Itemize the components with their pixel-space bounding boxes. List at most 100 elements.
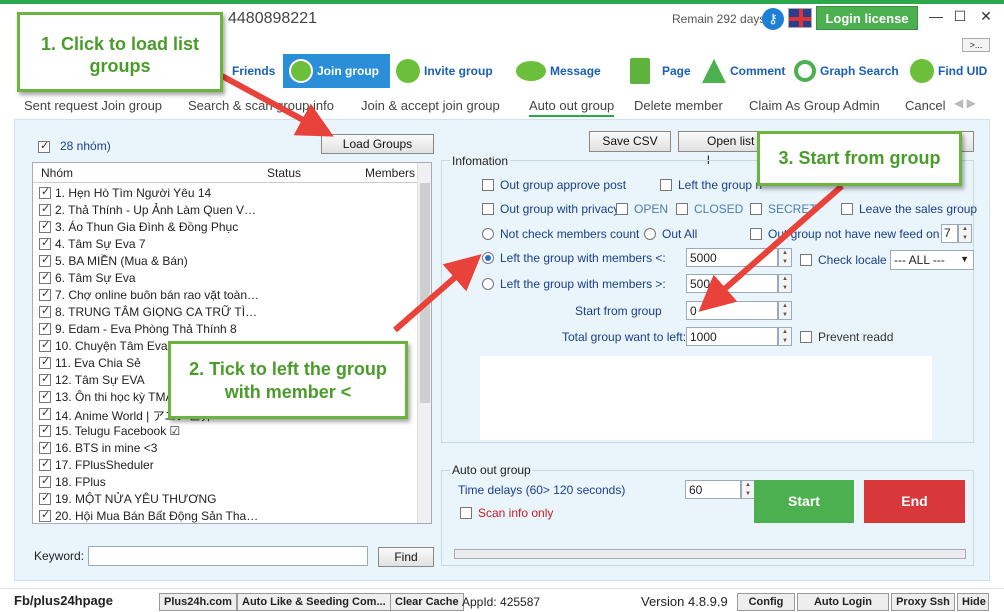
row-checkbox[interactable] [39, 236, 51, 250]
auto-login-button[interactable]: Auto Login [797, 593, 889, 611]
out-no-feed-option[interactable]: Out group not have new feed on (day [750, 226, 966, 241]
col-members[interactable]: Members [365, 166, 415, 180]
radio[interactable] [482, 277, 494, 290]
tab-scroll-arrows[interactable]: ◀ ▶ [954, 96, 976, 110]
checkbox[interactable] [616, 202, 628, 215]
left-less-spinner[interactable] [778, 248, 792, 267]
table-row[interactable]: 18. FPlus [33, 474, 419, 491]
auto-like-button[interactable]: Auto Like & Seeding Com... [237, 593, 391, 611]
row-checkbox[interactable] [39, 338, 51, 352]
row-checkbox[interactable] [39, 508, 51, 522]
nav-message[interactable]: Message [516, 54, 601, 88]
checkbox[interactable] [460, 506, 472, 519]
checkbox[interactable] [482, 178, 494, 191]
row-checkbox[interactable] [39, 440, 51, 454]
table-row[interactable]: 17. FPlusSheduler [33, 457, 419, 474]
clear-cache-button[interactable]: Clear Cache [390, 593, 464, 611]
delay-input[interactable]: 60 [685, 480, 741, 499]
end-button[interactable]: End [864, 480, 965, 523]
start-button[interactable]: Start [754, 480, 854, 523]
not-check-members-option[interactable]: Not check members count [482, 226, 639, 241]
checkbox[interactable] [841, 202, 853, 215]
table-row[interactable]: 3. Áo Thun Gia Đình & Đồng Phục [33, 219, 419, 236]
leave-sales-option[interactable]: Leave the sales group [841, 201, 977, 216]
row-checkbox[interactable] [39, 355, 51, 369]
table-row[interactable]: 15. Telugu Facebook ☑ [33, 423, 419, 440]
row-checkbox[interactable] [39, 457, 51, 471]
proxy-ssh-button[interactable]: Proxy Ssh [891, 593, 955, 611]
row-checkbox[interactable] [39, 491, 51, 505]
load-groups-button[interactable]: Load Groups [321, 134, 434, 154]
select-all-checkbox[interactable] [38, 139, 50, 153]
keyword-input[interactable] [88, 546, 368, 566]
start-from-spinner[interactable] [778, 301, 792, 320]
prevent-readd-option[interactable]: Prevent readd [800, 329, 893, 344]
nav-invite-group[interactable]: Invite group [396, 54, 493, 88]
out-privacy-option[interactable]: Out group with privacy: [482, 201, 623, 216]
radio[interactable] [644, 227, 656, 240]
row-checkbox[interactable] [39, 304, 51, 318]
radio[interactable] [482, 251, 494, 264]
table-row[interactable]: 6. Tâm Sự Eva [33, 270, 419, 287]
row-checkbox[interactable] [39, 406, 51, 420]
close-icon[interactable]: ✕ [976, 6, 996, 26]
table-row[interactable]: 1. Hẹn Hò Tìm Người Yêu 14 [33, 185, 419, 202]
maximize-icon[interactable]: ☐ [950, 6, 970, 26]
tab-sent-request[interactable]: Sent request Join group [24, 98, 162, 113]
save-csv-button[interactable]: Save CSV [589, 131, 671, 152]
checkbox[interactable] [800, 253, 812, 266]
hide-button[interactable]: Hide [957, 593, 989, 611]
checkbox[interactable] [750, 227, 762, 240]
privacy-closed-option[interactable]: CLOSED [676, 201, 743, 216]
checkbox[interactable] [482, 202, 494, 215]
tab-join-accept[interactable]: Join & accept join group [361, 98, 500, 113]
out-all-option[interactable]: Out All [644, 226, 697, 241]
row-checkbox[interactable] [39, 389, 51, 403]
row-checkbox[interactable] [39, 270, 51, 284]
table-row[interactable]: 7. Chợ online buôn bán rao vặt toàn quố.… [33, 287, 419, 304]
tab-search-scan[interactable]: Search & scan group info [188, 98, 334, 113]
row-checkbox[interactable] [39, 253, 51, 267]
nav-join-group[interactable]: Join group [283, 54, 390, 88]
start-from-input[interactable]: 0 [686, 301, 778, 320]
left-less-input[interactable]: 5000 [686, 248, 778, 267]
nav-graph-search[interactable]: Graph Search [794, 54, 899, 88]
table-scrollbar[interactable] [417, 163, 431, 523]
table-row[interactable]: 8. TRUNG TÂM GIỌNG CA TRỮ TÌNH [33, 304, 419, 321]
tab-delete-member[interactable]: Delete member [634, 98, 723, 113]
privacy-open-option[interactable]: OPEN [616, 201, 668, 216]
tab-claim-admin[interactable]: Claim As Group Admin [749, 98, 880, 113]
nav-page[interactable]: Page [630, 54, 691, 88]
row-checkbox[interactable] [39, 202, 51, 216]
row-checkbox[interactable] [39, 321, 51, 335]
row-checkbox[interactable] [39, 474, 51, 488]
plus24h-button[interactable]: Plus24h.com [159, 593, 237, 611]
nav-comment[interactable]: Comment [702, 54, 785, 88]
more-button[interactable]: >... [962, 38, 990, 52]
total-left-spinner[interactable] [778, 327, 792, 346]
login-license-button[interactable]: Login license [816, 6, 918, 30]
uk-flag-icon[interactable] [788, 8, 812, 28]
out-approve-option[interactable]: Out group approve post [482, 177, 626, 192]
open-list-button[interactable]: Open list l [678, 131, 758, 167]
table-row[interactable]: 16. BTS in mine <3 [33, 440, 419, 457]
key-icon[interactable]: ⚷ [762, 8, 784, 30]
minimize-icon[interactable]: — [926, 6, 946, 26]
nav-find-uid[interactable]: Find UID [910, 54, 987, 88]
table-row[interactable]: 20. Hội Mua Bán Bất Động Sản Thanh ... [33, 508, 419, 523]
table-row[interactable]: 19. MỘT NỬA YÊU THƯƠNG [33, 491, 419, 508]
checkbox[interactable] [800, 330, 812, 343]
no-feed-days-spinner[interactable] [958, 224, 972, 243]
left-less-option[interactable]: Left the group with members <: [482, 250, 666, 265]
tab-cancel[interactable]: Cancel [905, 98, 945, 113]
find-button[interactable]: Find [378, 547, 434, 567]
table-row[interactable]: 9. Edam - Eva Phòng Thả Thính 8 [33, 321, 419, 338]
row-checkbox[interactable] [39, 219, 51, 233]
row-checkbox[interactable] [39, 372, 51, 386]
check-locale-option[interactable]: Check locale [800, 252, 887, 267]
col-status[interactable]: Status [267, 166, 301, 180]
table-row[interactable]: 4. Tâm Sự Eva 7 [33, 236, 419, 253]
row-checkbox[interactable] [39, 185, 51, 199]
checkbox[interactable] [750, 202, 762, 215]
total-left-input[interactable]: 1000 [686, 327, 778, 346]
